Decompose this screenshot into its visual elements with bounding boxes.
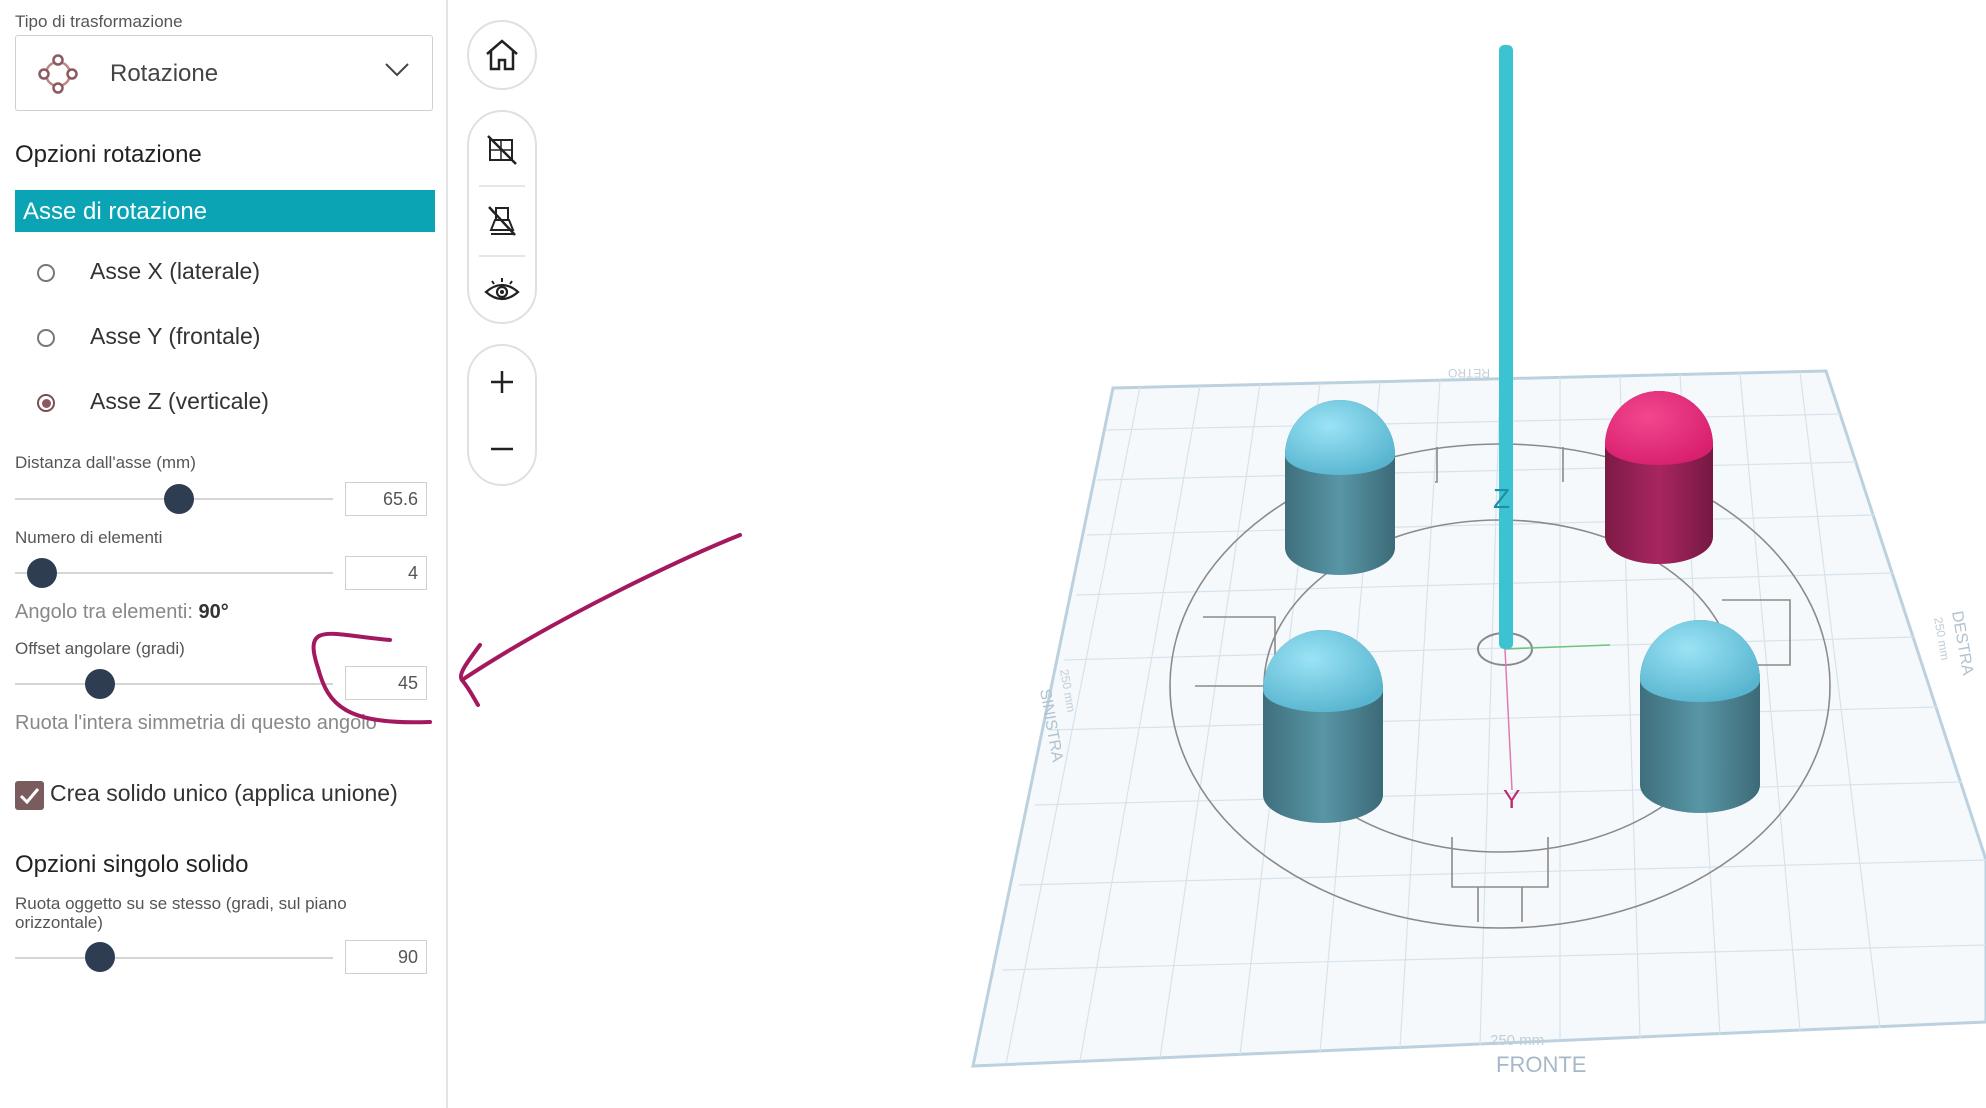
angle-between-value: 90°: [198, 601, 229, 623]
angle-between-text: Angolo tra elementi: 90°: [15, 601, 229, 624]
axis-header: Asse di rotazione: [15, 190, 435, 232]
chevron-down-icon: [384, 62, 410, 83]
rotation-options-title: Opzioni rotazione: [15, 141, 202, 168]
cylinder-front-left[interactable]: [1263, 630, 1383, 823]
self-rotate-input[interactable]: 90: [345, 940, 427, 974]
self-rotate-slider-knob[interactable]: [85, 942, 115, 972]
z-axis-line: [1499, 45, 1513, 649]
transform-type-dropdown[interactable]: Rotazione: [15, 35, 433, 111]
z-axis-label: Z: [1493, 483, 1510, 514]
axis-header-label: Asse di rotazione: [23, 198, 208, 225]
count-label: Numero di elementi: [15, 528, 163, 547]
self-rotate-slider-track[interactable]: [15, 957, 333, 959]
radio-axis-z-label: Asse Z (verticale): [90, 388, 269, 414]
count-slider-knob[interactable]: [27, 558, 57, 588]
distance-slider-knob[interactable]: [164, 484, 194, 514]
distance-input[interactable]: 65.6: [345, 482, 427, 516]
radio-axis-x-label: Asse X (laterale): [90, 258, 261, 284]
radio-button-selected[interactable]: [37, 394, 55, 412]
cylinder-selected[interactable]: [1605, 391, 1713, 564]
radio-button[interactable]: [37, 264, 55, 282]
plate-front-label: FRONTE: [1496, 1052, 1586, 1077]
radio-button[interactable]: [37, 329, 55, 347]
plate-right-label: DESTRA: [1948, 610, 1976, 677]
offset-slider-track[interactable]: [15, 683, 333, 685]
plate-back-label: RETRO: [1448, 366, 1490, 380]
cylinder-front-right[interactable]: [1640, 620, 1760, 813]
angle-between-label: Angolo tra elementi:: [15, 601, 193, 623]
count-slider-track[interactable]: [15, 572, 333, 574]
single-solid-title: Opzioni singolo solido: [15, 851, 249, 878]
union-label[interactable]: Crea solido unico (applica unione): [50, 780, 398, 807]
transform-type-label: Tipo di trasformazione: [15, 12, 183, 31]
distance-label: Distanza dall'asse (mm): [15, 453, 196, 472]
radio-axis-y-label: Asse Y (frontale): [90, 323, 261, 349]
checkmark-icon: [19, 788, 40, 805]
rotation-icon: [38, 54, 78, 99]
plate-right-size-label: 250 mm: [1931, 616, 1952, 661]
offset-label: Offset angolare (gradi): [15, 639, 185, 658]
cylinder-back-left[interactable]: [1285, 400, 1395, 575]
union-checkbox[interactable]: [15, 781, 44, 810]
transform-type-value: Rotazione: [110, 60, 219, 87]
viewport-3d[interactable]: FRONTE 250 mm SINISTRA 250 mm DESTRA 250…: [450, 0, 1986, 1108]
plate-size-label: 250 mm: [1490, 1032, 1544, 1049]
offset-slider-knob[interactable]: [85, 669, 115, 699]
self-rotate-label: Ruota oggetto su se stesso (gradi, sul p…: [15, 894, 347, 932]
y-axis-label: Y: [1503, 784, 1520, 814]
